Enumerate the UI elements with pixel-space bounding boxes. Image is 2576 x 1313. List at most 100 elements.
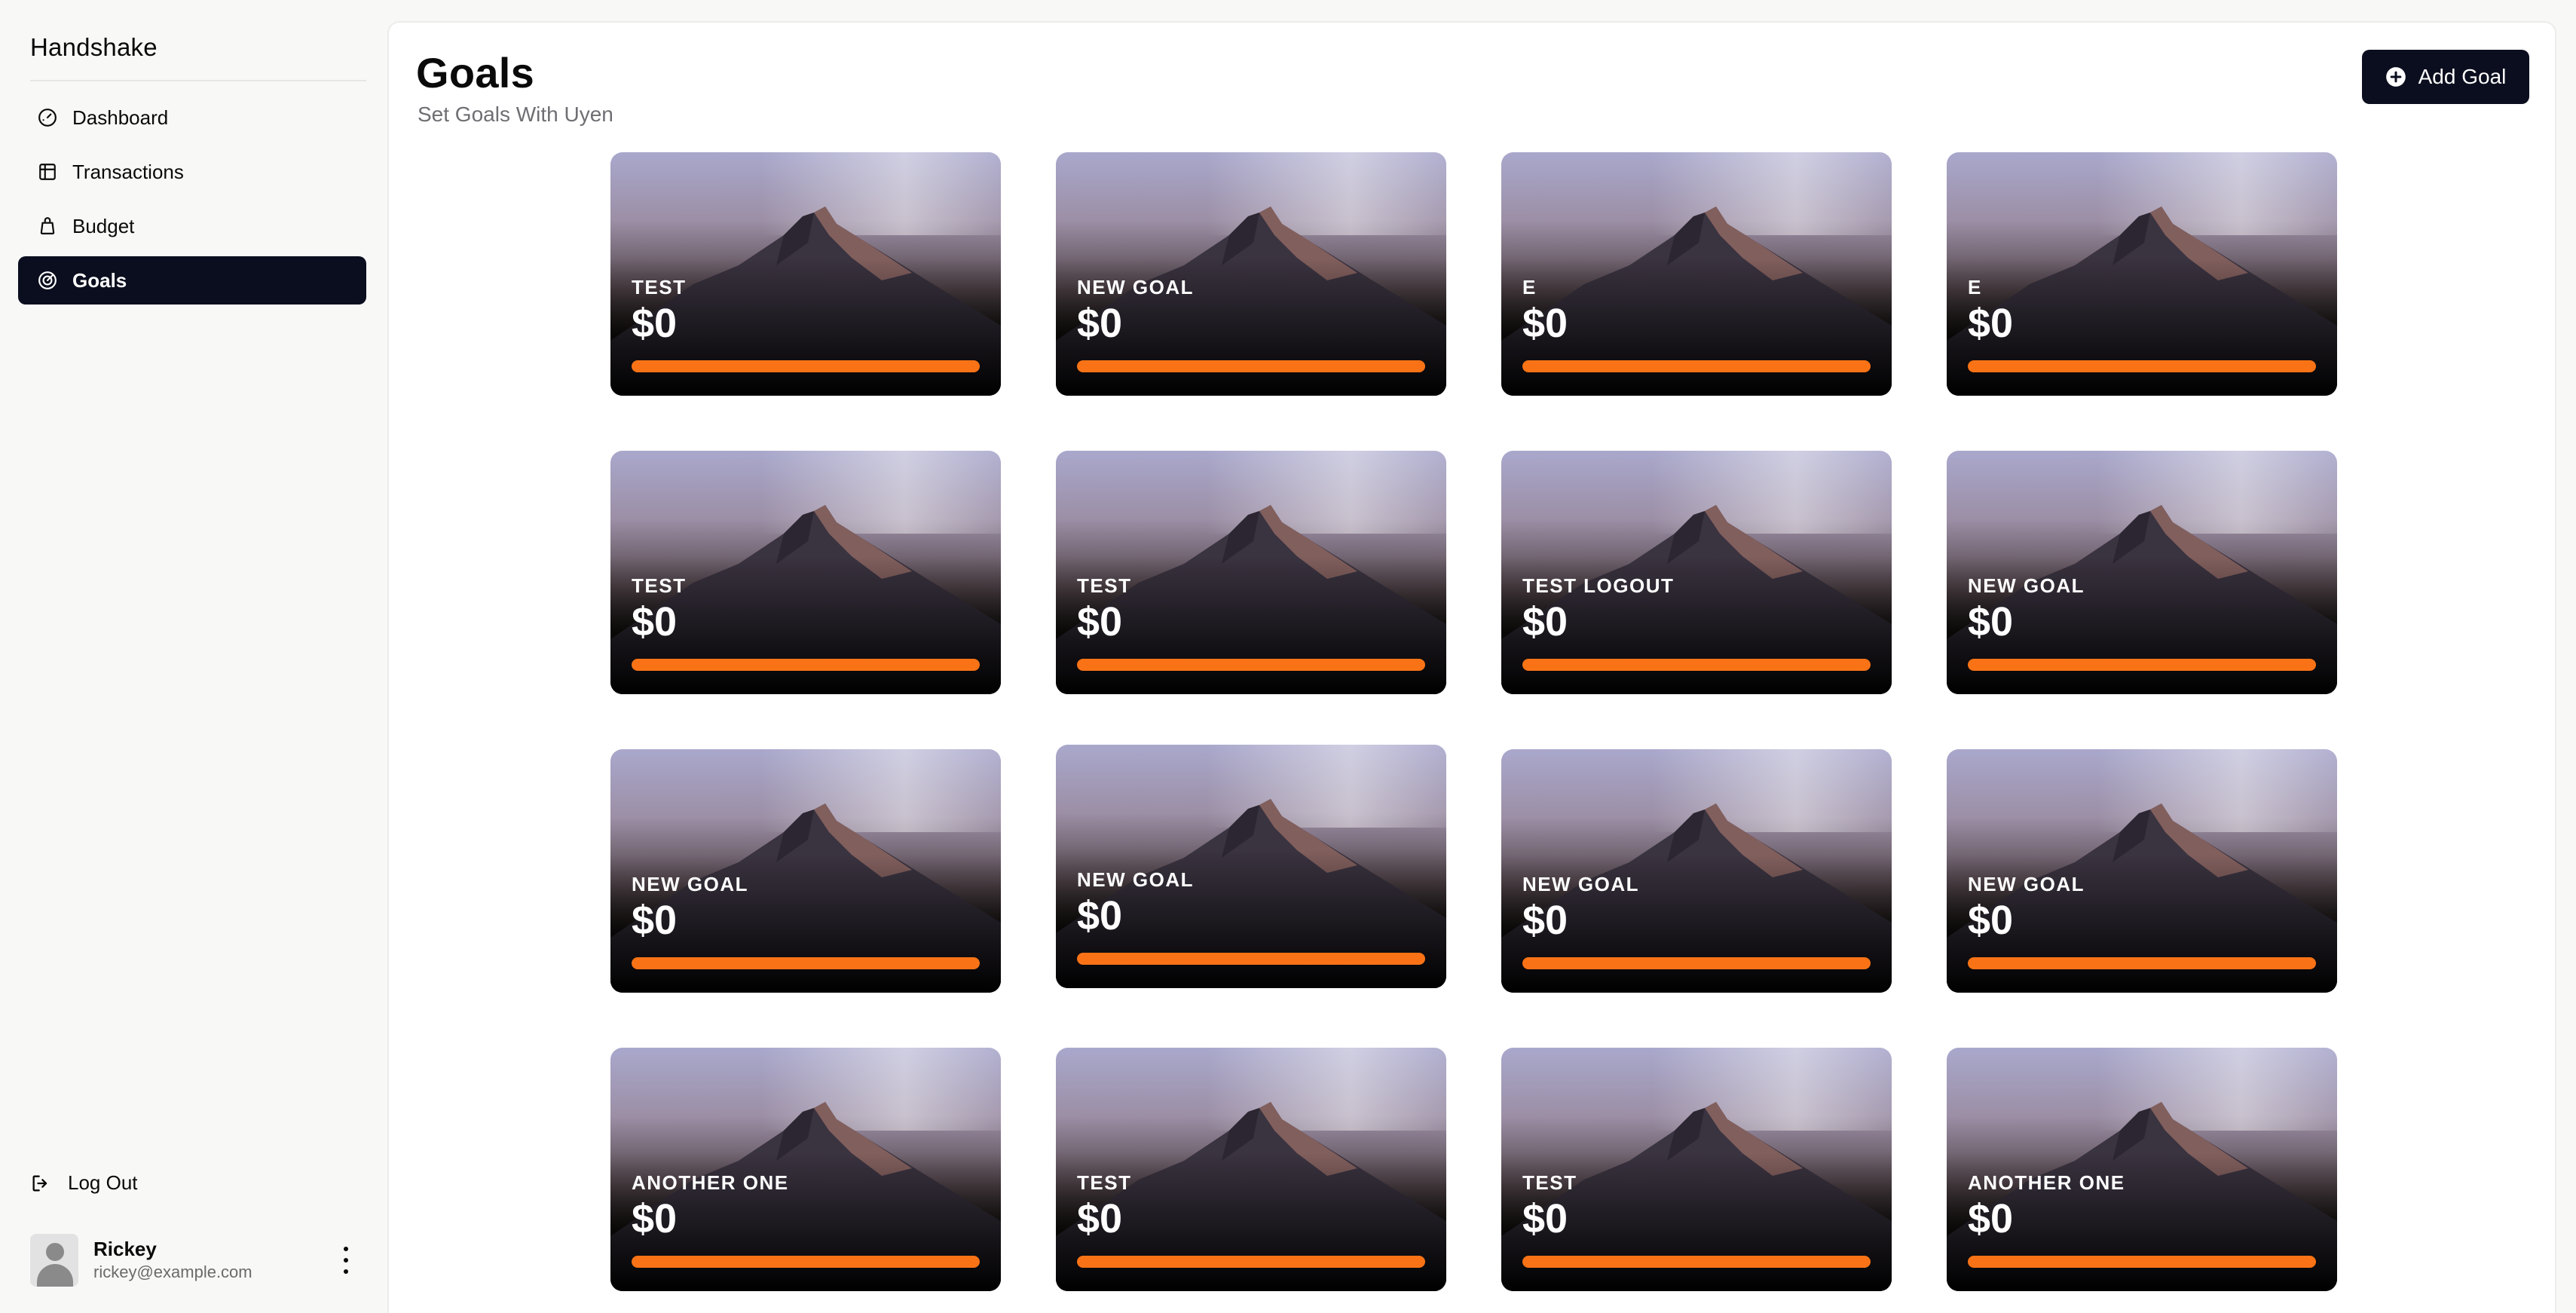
goal-name: NEW GOAL	[1522, 873, 1639, 895]
mountain-image	[610, 749, 1001, 993]
goal-progress-bar	[1077, 659, 1425, 671]
mountain-image	[1947, 152, 2337, 396]
brand-name: Handshake	[30, 33, 158, 61]
sidebar-item-label: Dashboard	[72, 106, 169, 129]
goal-amount: $0	[1968, 301, 2014, 346]
goal-progress-fill	[632, 659, 980, 671]
mountain-image	[1501, 451, 1892, 694]
goal-progress-fill	[1522, 957, 1871, 969]
goal-card[interactable]: ANOTHER ONE $0	[1947, 1048, 2337, 1291]
goal-progress-fill	[632, 360, 980, 372]
goal-amount: $0	[1522, 1196, 1568, 1241]
goal-progress-fill	[1077, 1256, 1425, 1268]
sidebar-item-label: Goals	[72, 268, 127, 292]
sidebar-nav: Dashboard Transactions Budget Goals	[18, 93, 366, 311]
mountain-image	[610, 451, 1001, 694]
goal-progress-fill	[1522, 1256, 1871, 1268]
goal-amount: $0	[1077, 1196, 1123, 1241]
goal-card[interactable]: E $0	[1947, 152, 2337, 396]
goal-amount: $0	[1968, 1196, 2014, 1241]
add-goal-label: Add Goal	[2418, 65, 2507, 88]
goal-card[interactable]: E $0	[1501, 152, 1892, 396]
goal-card[interactable]: TEST $0	[610, 152, 1001, 396]
user-name: Rickey	[93, 1238, 157, 1260]
sidebar-divider	[30, 80, 366, 81]
goal-amount: $0	[1968, 599, 2014, 644]
goal-progress-fill	[632, 957, 980, 969]
more-vertical-icon[interactable]	[341, 1247, 351, 1274]
goal-progress-bar	[1522, 957, 1871, 969]
goal-progress-fill	[1077, 953, 1425, 965]
goal-progress-bar	[1077, 953, 1425, 965]
goal-progress-fill	[1522, 659, 1871, 671]
goal-progress-bar	[1077, 360, 1425, 372]
goal-progress-fill	[1968, 1256, 2316, 1268]
goal-card[interactable]: NEW GOAL $0	[1947, 749, 2337, 993]
logout-icon	[32, 1175, 47, 1191]
goal-name: TEST	[632, 574, 687, 597]
mountain-image	[1056, 1048, 1446, 1291]
goal-progress-fill	[632, 1256, 980, 1268]
goal-progress-fill	[1522, 360, 1871, 372]
goal-progress-fill	[1968, 957, 2316, 969]
sidebar-item-transactions[interactable]: Transactions	[18, 148, 366, 196]
mountain-image	[610, 152, 1001, 396]
goal-card[interactable]: TEST $0	[610, 451, 1001, 694]
bag-icon	[40, 217, 55, 234]
sidebar: Handshake Dashboard Transactions Budget	[0, 0, 387, 1313]
mountain-image	[1947, 749, 2337, 993]
goal-card[interactable]: TEST $0	[1056, 1048, 1446, 1291]
goal-progress-bar	[1522, 1256, 1871, 1268]
goal-card[interactable]: TEST LOGOUT $0	[1501, 451, 1892, 694]
mountain-image	[1501, 1048, 1892, 1291]
table-icon	[39, 164, 56, 180]
sidebar-item-goals[interactable]: Goals	[18, 256, 366, 305]
goal-card[interactable]: TEST $0	[1501, 1048, 1892, 1291]
goal-progress-fill	[1077, 659, 1425, 671]
goal-name: NEW GOAL	[1968, 574, 2085, 597]
goal-name: TEST LOGOUT	[1522, 574, 1675, 597]
mountain-image	[1056, 451, 1446, 694]
mountain-image	[1501, 152, 1892, 396]
goal-progress-bar	[632, 957, 980, 969]
goal-card[interactable]: NEW GOAL $0	[1947, 451, 2337, 694]
goal-card[interactable]: NEW GOAL $0	[1056, 745, 1446, 988]
app-root: Handshake Dashboard Transactions Budget	[0, 0, 2576, 1313]
target-icon	[38, 271, 57, 289]
goal-card[interactable]: NEW GOAL $0	[1501, 749, 1892, 993]
goal-progress-bar	[632, 360, 980, 372]
add-goal-button[interactable]: Add Goal	[2362, 50, 2529, 104]
goal-amount: $0	[1522, 599, 1568, 644]
main-panel: Goals Set Goals With Uyen Add Goal TEST …	[387, 21, 2556, 1313]
goal-amount: $0	[1522, 301, 1568, 346]
goal-progress-bar	[1968, 360, 2316, 372]
goal-amount: $0	[1077, 599, 1123, 644]
mountain-image	[1056, 152, 1446, 396]
goal-progress-bar	[1968, 659, 2316, 671]
goal-amount: $0	[1077, 893, 1123, 938]
goal-amount: $0	[1522, 898, 1568, 943]
goal-card[interactable]: NEW GOAL $0	[1056, 152, 1446, 396]
goal-progress-bar	[1968, 1256, 2316, 1268]
goal-amount: $0	[632, 1196, 678, 1241]
logout-label: Log Out	[68, 1171, 138, 1194]
gauge-icon	[38, 109, 57, 127]
goal-name: ANOTHER ONE	[1968, 1171, 2125, 1194]
goal-card[interactable]: NEW GOAL $0	[610, 749, 1001, 993]
page-subtitle: Set Goals With Uyen	[418, 103, 613, 126]
goal-amount: $0	[632, 599, 678, 644]
page-title: Goals	[416, 49, 535, 96]
goal-progress-fill	[1968, 360, 2316, 372]
goal-amount: $0	[1077, 301, 1123, 346]
sidebar-item-dashboard[interactable]: Dashboard	[18, 93, 366, 142]
goal-amount: $0	[1968, 898, 2014, 943]
avatar	[30, 1234, 78, 1287]
logout-button[interactable]: Log Out	[30, 1171, 138, 1195]
user-profile: Rickey rickey@example.com	[30, 1230, 366, 1290]
goal-name: NEW GOAL	[1968, 873, 2085, 895]
user-email: rickey@example.com	[93, 1262, 252, 1281]
goal-card[interactable]: TEST $0	[1056, 451, 1446, 694]
goal-card[interactable]: ANOTHER ONE $0	[610, 1048, 1001, 1291]
sidebar-item-budget[interactable]: Budget	[18, 202, 366, 250]
goal-progress-fill	[1077, 360, 1425, 372]
